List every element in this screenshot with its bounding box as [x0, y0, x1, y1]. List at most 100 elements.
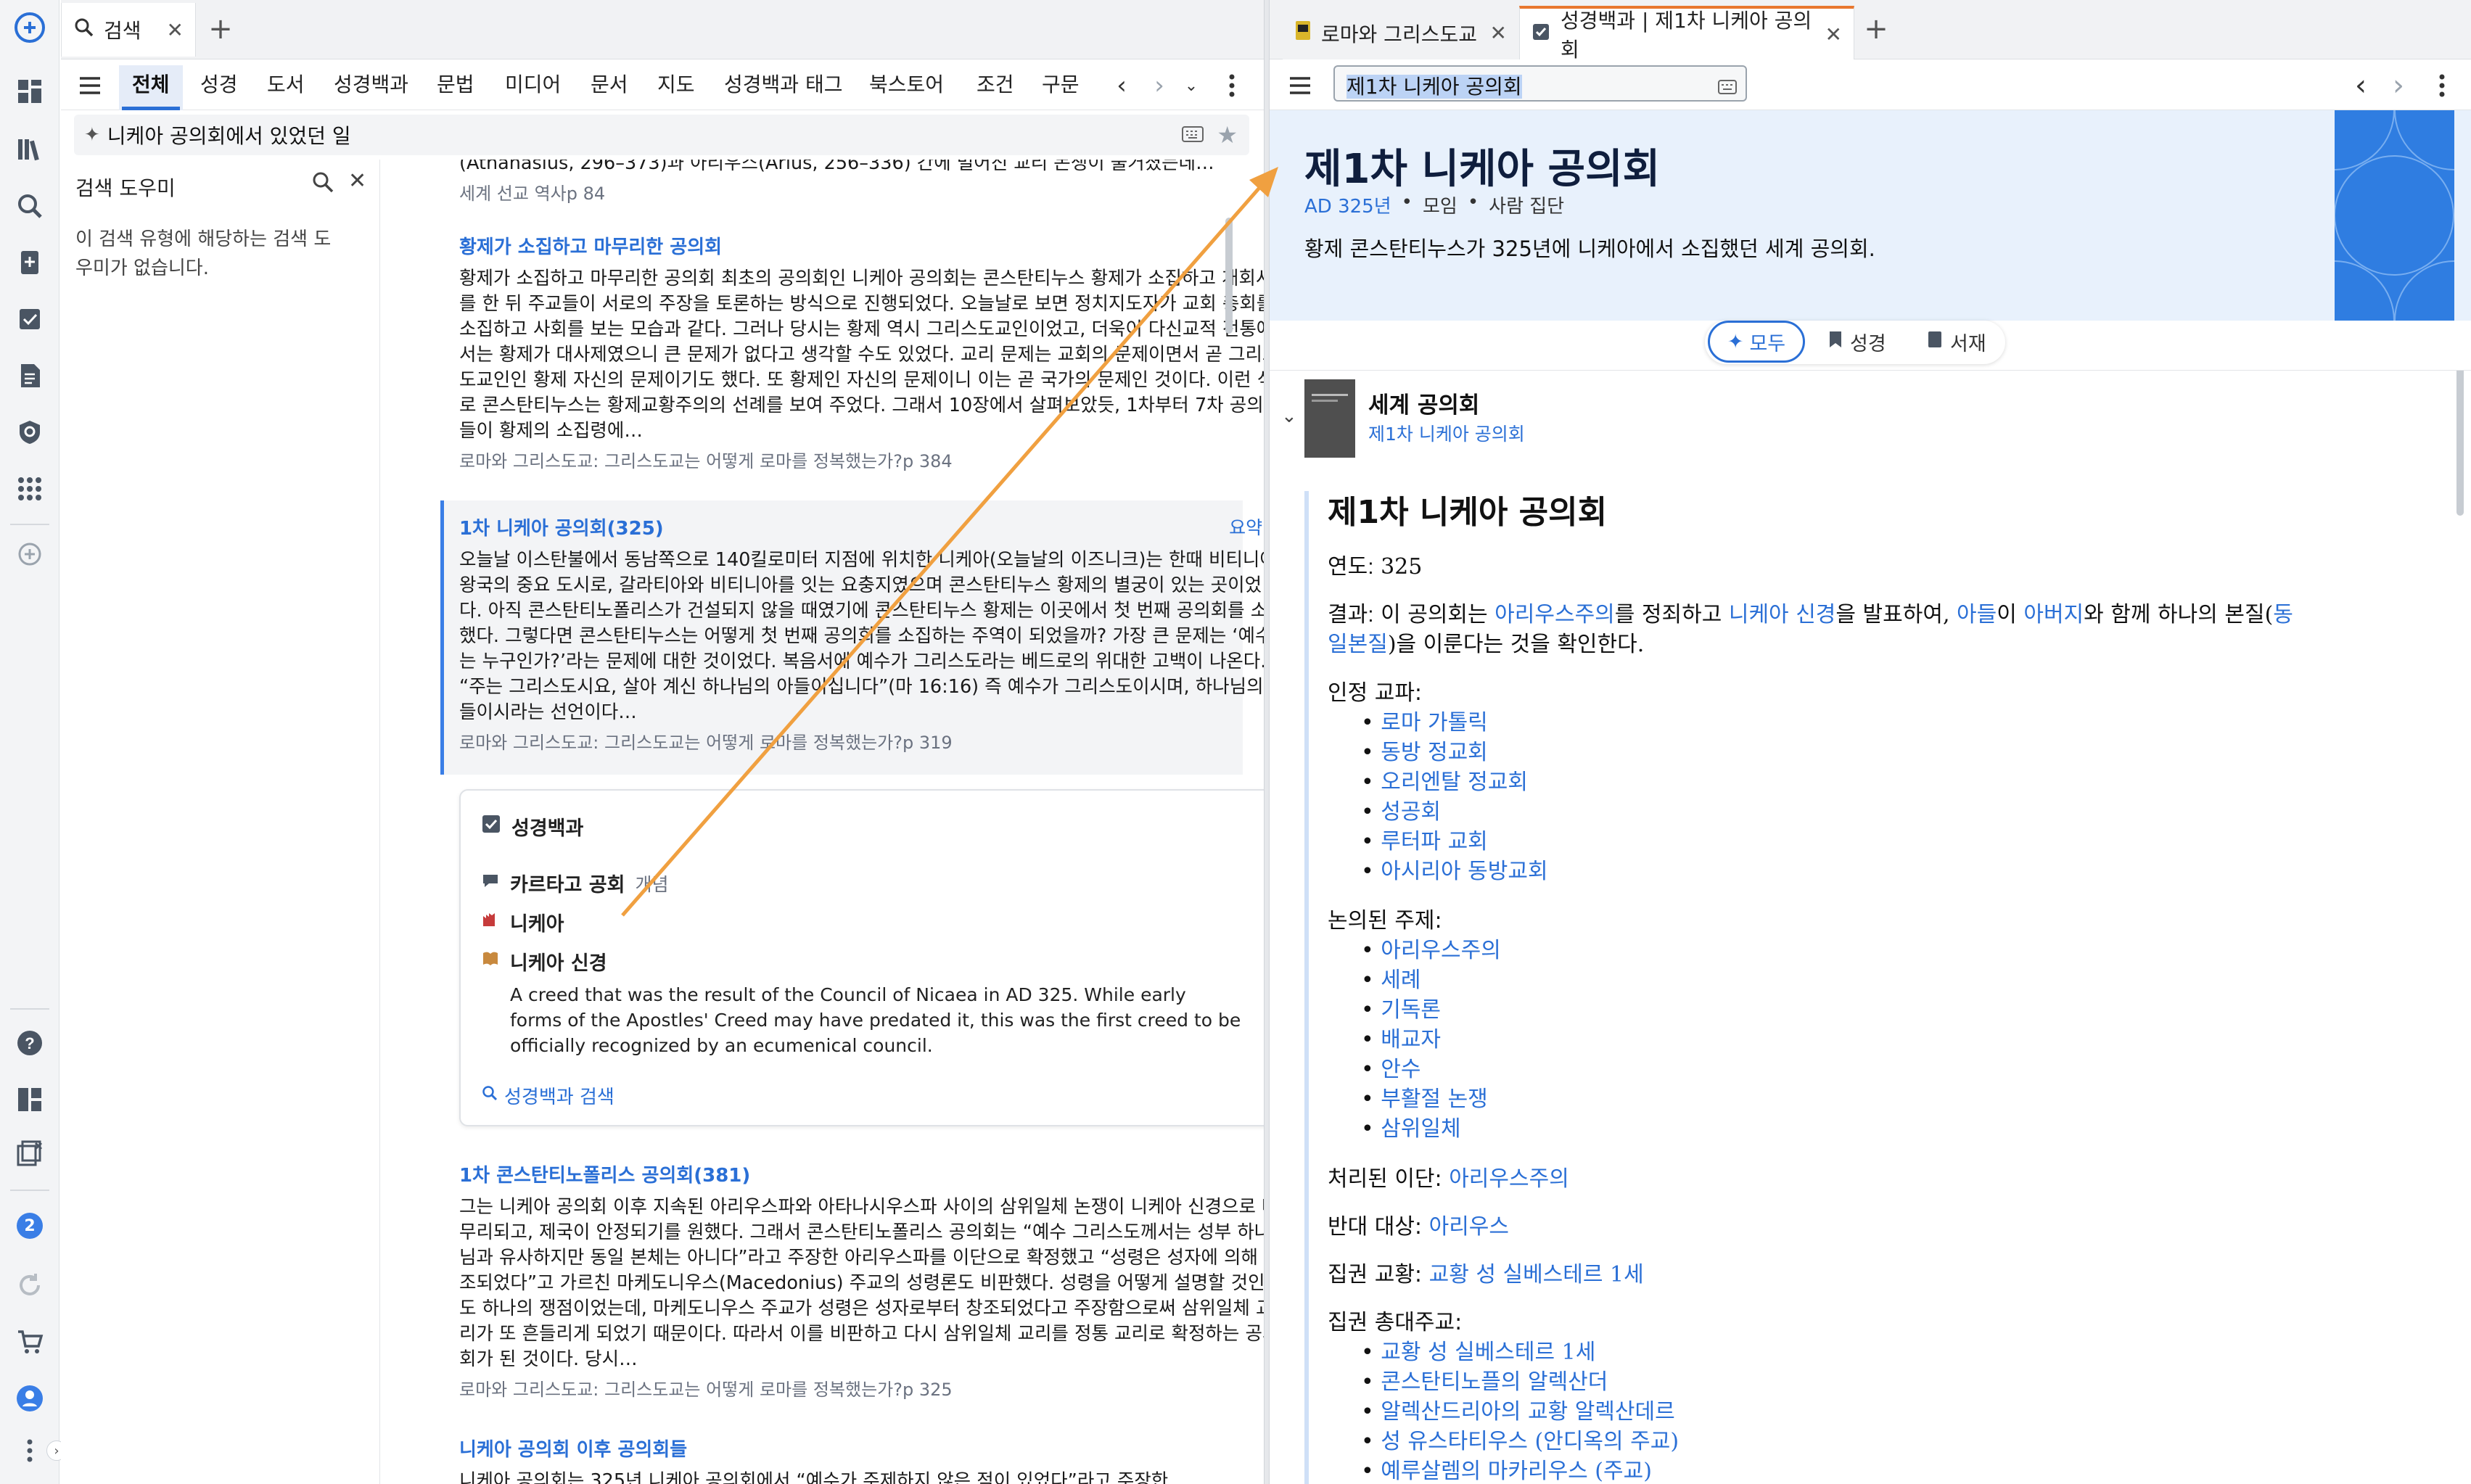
- filter-bible[interactable]: 성경: [1828, 321, 1886, 363]
- close-panels-icon[interactable]: [9, 1133, 50, 1174]
- link-topic[interactable]: 삼위일체: [1381, 1116, 1460, 1142]
- result-source[interactable]: 세계 선교 역사p 84: [459, 179, 1264, 205]
- close-icon[interactable]: ✕: [348, 168, 366, 194]
- link-topic[interactable]: 기독론: [1381, 997, 1441, 1023]
- scroll-left-chevron-icon[interactable]: ‹: [1104, 68, 1139, 103]
- search-icon[interactable]: [9, 186, 50, 226]
- scroll-right-chevron-icon[interactable]: ›: [1142, 68, 1177, 103]
- tab-bookstore[interactable]: 북스토어: [869, 59, 944, 110]
- document-icon[interactable]: [9, 355, 50, 396]
- close-icon[interactable]: ✕: [1490, 21, 1507, 45]
- link-bishop[interactable]: 알렉산드리아의 교황 알렉산데르: [1381, 1399, 1674, 1425]
- tab-factbook-nicaea[interactable]: 성경백과 | 제1차 니케아 공의회 ✕: [1519, 6, 1854, 62]
- library-icon[interactable]: [9, 129, 50, 170]
- tab-factbook-tags[interactable]: 성경백과 태그: [724, 59, 842, 110]
- link-topic[interactable]: 세례: [1381, 968, 1420, 993]
- tab-documents[interactable]: 문서: [591, 59, 628, 110]
- link-bishop[interactable]: 예루살렘의 마카리우스 (주교): [1381, 1459, 1652, 1484]
- back-chevron-icon[interactable]: ‹: [2343, 68, 2378, 103]
- close-icon[interactable]: ✕: [1825, 22, 1842, 46]
- menu-icon[interactable]: [73, 68, 107, 103]
- shield-icon[interactable]: [9, 412, 50, 453]
- tab-conditions[interactable]: 조건: [977, 59, 1014, 110]
- result-source[interactable]: 로마와 그리스도교: 그리스도교는 어떻게 로마를 정복했는가?p 319: [459, 728, 1264, 754]
- more-vertical-icon[interactable]: [2425, 68, 2459, 103]
- result-title[interactable]: 1차 콘스탄티노폴리스 공의회(381): [459, 1161, 1264, 1187]
- link-nicene-creed[interactable]: 니케아 신경: [1729, 602, 1836, 627]
- menu-icon[interactable]: [1283, 68, 1317, 103]
- tab-all[interactable]: 전체: [122, 59, 179, 110]
- tabs-dropdown-chevron-icon[interactable]: ⌄: [1174, 68, 1209, 103]
- factbook-item[interactable]: 니케아: [481, 908, 564, 936]
- summary-button[interactable]: 요약 ✦: [1229, 514, 1264, 548]
- factbook-search-link[interactable]: 성경백과 검색: [481, 1082, 614, 1109]
- tab-maps[interactable]: 지도: [657, 59, 695, 110]
- forward-chevron-icon[interactable]: ›: [2381, 68, 2416, 103]
- link-arianism[interactable]: 아리우스주의: [1494, 602, 1615, 627]
- meta-date[interactable]: AD 325년: [1304, 191, 1391, 218]
- link-church[interactable]: 오리엔탈 정교회: [1381, 770, 1528, 795]
- link-church[interactable]: 로마 가톨릭: [1381, 710, 1488, 735]
- search-query-bar[interactable]: ✦ 니케아 공의회에서 있었던 일 ★: [74, 115, 1249, 155]
- tab-rome-and-christianity[interactable]: 로마와 그리스도교 ✕: [1283, 6, 1519, 59]
- factbook-item[interactable]: 니케아 신경: [481, 947, 607, 976]
- link-son[interactable]: 아들: [1957, 602, 1997, 627]
- keyboard-icon[interactable]: [1718, 75, 1737, 99]
- pane-divider[interactable]: [1264, 0, 1270, 1484]
- link-homoousion[interactable]: 동: [2273, 602, 2293, 627]
- resource-cover[interactable]: [1304, 379, 1355, 458]
- more-vertical-icon[interactable]: [1214, 68, 1249, 103]
- result-title[interactable]: 니케아 공의회 이후 공의회들: [459, 1435, 1264, 1462]
- sync-icon[interactable]: [9, 1265, 50, 1306]
- result-source[interactable]: 로마와 그리스도교: 그리스도교는 어떻게 로마를 정복했는가?p 384: [459, 447, 1264, 472]
- notifications-badge[interactable]: 2: [9, 1205, 50, 1246]
- result-title[interactable]: 황제가 소집하고 마무리한 공의회: [459, 232, 1264, 259]
- link-homoousion[interactable]: 일본질: [1328, 632, 1388, 657]
- link-bishop[interactable]: 성 유스타티우스 (안디옥의 주교): [1381, 1429, 1679, 1454]
- link-church[interactable]: 루터파 교회: [1381, 829, 1488, 854]
- tab-grammar[interactable]: 문법: [437, 59, 474, 110]
- add-shortcut-icon[interactable]: [9, 534, 50, 574]
- help-icon[interactable]: ?: [9, 1023, 50, 1063]
- link-church[interactable]: 성공회: [1381, 799, 1441, 825]
- filter-library[interactable]: 서재: [1927, 321, 1986, 363]
- factbook-search-input[interactable]: 제1차 니케아 공의회: [1333, 65, 1747, 102]
- checklist-icon[interactable]: [9, 299, 50, 339]
- tab-books[interactable]: 도서: [267, 59, 305, 110]
- link-topic[interactable]: 안수: [1381, 1057, 1420, 1082]
- apps-grid-icon[interactable]: [9, 469, 50, 509]
- link-pope[interactable]: 교황 성 실베스테르 1세: [1429, 1262, 1644, 1287]
- link-bishop[interactable]: 콘스탄티노플의 알렉산더: [1381, 1369, 1608, 1395]
- collapse-chevron-icon[interactable]: ⌄: [1281, 405, 1297, 427]
- link-topic[interactable]: 배교자: [1381, 1027, 1441, 1052]
- results-scrollbar[interactable]: [1225, 218, 1233, 334]
- more-vertical-icon[interactable]: [9, 1430, 50, 1471]
- account-icon[interactable]: [9, 1378, 50, 1419]
- tab-bible[interactable]: 성경: [200, 59, 238, 110]
- filter-all[interactable]: ✦ 모두: [1708, 321, 1805, 363]
- link-topic[interactable]: 부활절 논쟁: [1381, 1087, 1488, 1112]
- layout-icon[interactable]: [9, 1079, 50, 1120]
- cart-icon[interactable]: [9, 1322, 50, 1362]
- search-input[interactable]: 니케아 공의회에서 있었던 일: [107, 120, 351, 149]
- close-icon[interactable]: ✕: [167, 18, 184, 42]
- resource-subtitle-link[interactable]: 제1차 니케아 공의회: [1368, 420, 1525, 446]
- search-icon[interactable]: [311, 170, 335, 197]
- result-source[interactable]: 로마와 그리스도교: 그리스도교는 어떻게 로마를 정복했는가?p 325: [459, 1375, 1264, 1401]
- bookmark-add-icon[interactable]: [9, 242, 50, 283]
- link-topic[interactable]: 아리우스주의: [1381, 938, 1501, 963]
- link-bishop[interactable]: 교황 성 실베스테르 1세: [1381, 1340, 1595, 1365]
- link-against[interactable]: 아리우스: [1429, 1214, 1509, 1240]
- tab-factbook[interactable]: 성경백과: [334, 59, 408, 110]
- tab-media[interactable]: 미디어: [505, 59, 561, 110]
- link-heresy[interactable]: 아리우스주의: [1449, 1166, 1569, 1192]
- link-church[interactable]: 동방 정교회: [1381, 740, 1488, 765]
- resource-title[interactable]: 세계 공의회: [1368, 387, 1479, 419]
- tab-search[interactable]: 검색 ✕: [61, 3, 196, 57]
- add-tab-button[interactable]: +: [1857, 10, 1895, 48]
- tab-syntax[interactable]: 구문: [1042, 59, 1080, 110]
- keyboard-icon[interactable]: [1182, 123, 1204, 147]
- result-title[interactable]: 1차 니케아 공의회(325): [459, 514, 664, 540]
- article-scrollbar[interactable]: [2456, 371, 2464, 516]
- factbook-item[interactable]: 카르타고 공회 개념: [481, 869, 668, 897]
